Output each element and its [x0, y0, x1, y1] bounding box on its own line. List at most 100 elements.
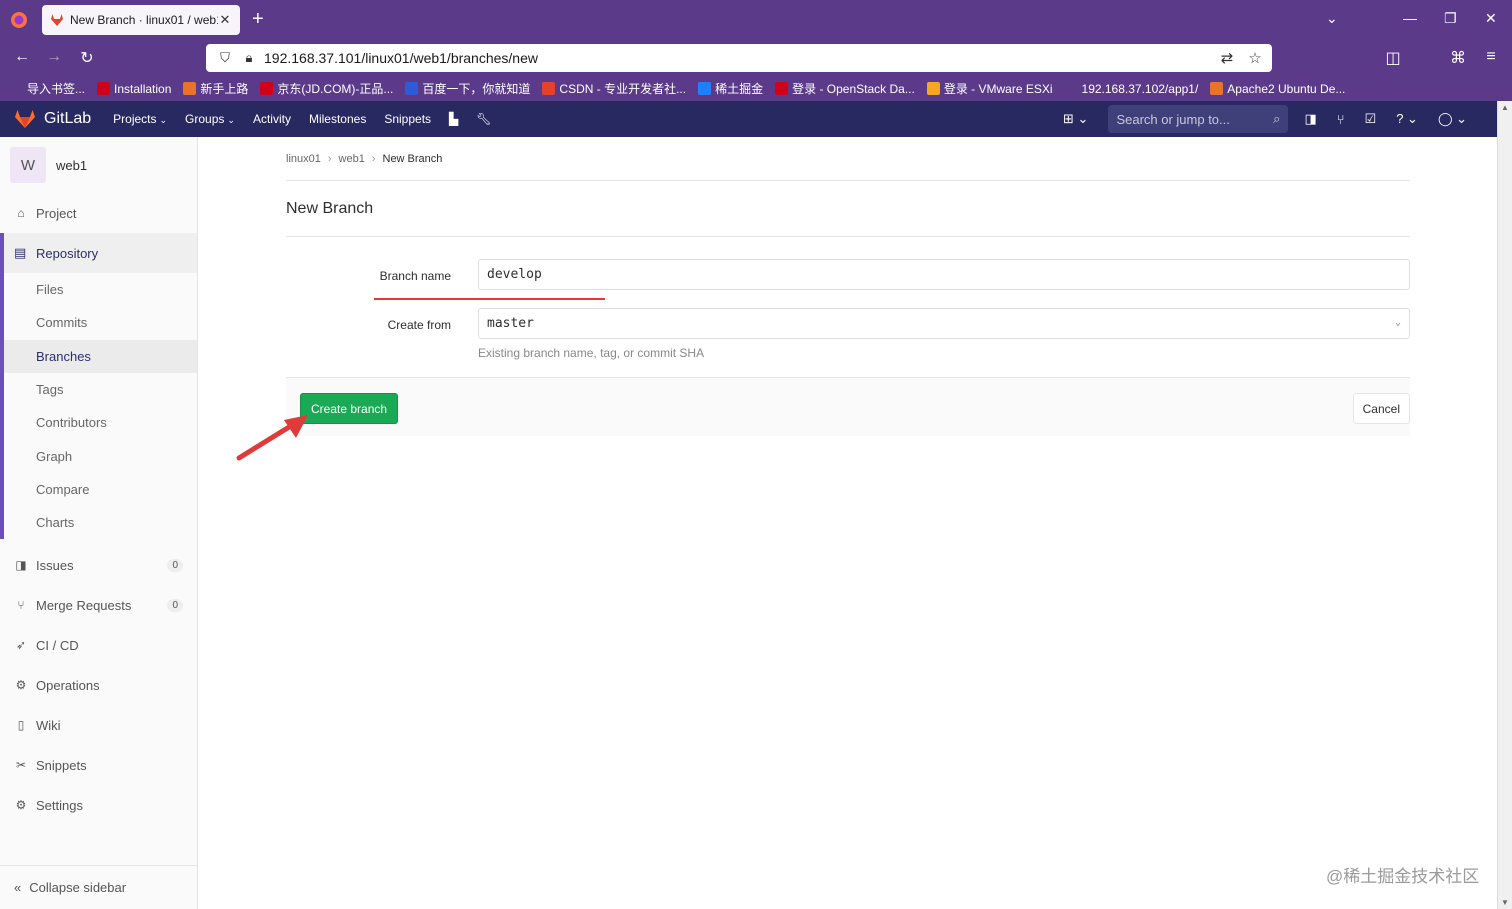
bookmark-star-icon[interactable]: ☆	[1244, 49, 1266, 67]
scroll-up-icon[interactable]: ▲	[1501, 103, 1509, 112]
breadcrumb-group[interactable]: linux01	[286, 153, 321, 165]
sidebar-item-graph[interactable]: Graph	[4, 439, 197, 473]
sidebar-item-label: CI / CD	[36, 637, 79, 653]
bookmark-item[interactable]: 导入书签...	[10, 80, 85, 97]
forward-icon[interactable]: →	[42, 48, 66, 66]
menu-icon[interactable]: ≡	[1479, 48, 1503, 66]
bookmark-item[interactable]: CSDN - 专业开发者社...	[542, 80, 686, 97]
collapse-sidebar-button[interactable]: « Collapse sidebar	[0, 865, 198, 909]
gitlab-logo[interactable]: GitLab	[14, 109, 91, 129]
scissors-icon: ✂	[15, 758, 27, 773]
bookmark-item[interactable]: 登录 - VMware ESXi	[926, 80, 1053, 97]
cancel-button[interactable]: Cancel	[1352, 393, 1410, 424]
user-avatar-icon[interactable]: ◯ ⌄	[1438, 111, 1467, 127]
firefox-icon[interactable]	[10, 11, 28, 29]
gitlab-header: GitLab Projects ⌄ Groups ⌄ Activity Milest…	[0, 101, 1497, 137]
insecure-connection-icon[interactable]: 🔒︎	[240, 49, 258, 67]
issues-count-badge: 0	[167, 558, 183, 572]
sidebar-item-wiki[interactable]: ▯ Wiki	[0, 705, 197, 745]
breadcrumb-project[interactable]: web1	[339, 153, 365, 165]
nav-milestones[interactable]: Milestones	[309, 112, 366, 126]
chart-icon[interactable]: ▙	[449, 112, 458, 126]
home-icon: ⌂	[17, 206, 25, 220]
sidebar-item-contributors[interactable]: Contributors	[4, 406, 197, 440]
new-tab-button[interactable]: +	[252, 8, 264, 30]
z-icon	[97, 82, 111, 95]
search-placeholder: Search or jump to...	[1116, 111, 1230, 127]
create-from-select[interactable]: master ⌄	[478, 308, 1410, 339]
document-icon: ▤	[14, 245, 27, 260]
mr-count-badge: 0	[167, 598, 183, 612]
chevron-right-icon: ›	[371, 152, 376, 165]
sidebar-item-merge-requests[interactable]: ⑂ Merge Requests 0	[0, 585, 197, 625]
bookmark-item[interactable]: 登录 - OpenStack Da...	[775, 80, 915, 97]
bookmark-item[interactable]: 稀土掘金	[698, 80, 763, 97]
sidebar-item-files[interactable]: Files	[4, 273, 197, 307]
bookmark-item[interactable]: 192.168.37.102/app1/	[1064, 82, 1198, 96]
sidebar-item-charts[interactable]: Charts	[4, 506, 197, 540]
create-branch-button[interactable]: Create branch	[300, 393, 399, 424]
page-scrollbar[interactable]: ▲ ▼	[1497, 101, 1512, 909]
reload-icon[interactable]: ↻	[75, 48, 99, 68]
sidebar-item-operations[interactable]: ⚙ Operations	[0, 665, 197, 705]
sidebar-item-snippets[interactable]: ✂ Snippets	[0, 745, 197, 785]
bookmark-label: 导入书签...	[27, 82, 86, 96]
close-window-icon[interactable]: ✕	[1485, 10, 1497, 27]
translate-extension-icon[interactable]: ⌘	[1446, 48, 1470, 68]
translate-page-icon[interactable]: ⇄	[1216, 49, 1238, 67]
tracking-protection-icon[interactable]: ⛉	[216, 49, 234, 67]
close-tab-icon[interactable]: ✕	[218, 12, 232, 28]
pocket-icon[interactable]: ◫	[1381, 48, 1405, 68]
browser-tab-active[interactable]: New Branch · linux01 / web1 ✕	[42, 5, 240, 35]
bookmark-item[interactable]: 新手上路	[183, 80, 248, 97]
back-icon[interactable]: ←	[10, 48, 34, 66]
help-icon[interactable]: ? ⌄	[1396, 111, 1418, 127]
list-all-tabs-icon[interactable]: ⌄	[1326, 10, 1338, 27]
tab-title: New Branch · linux01 / web1	[70, 13, 218, 27]
admin-wrench-icon[interactable]: 🔧︎	[476, 112, 491, 126]
nav-projects[interactable]: Projects ⌄	[113, 112, 167, 126]
apache-icon	[1210, 82, 1224, 95]
search-input[interactable]: Search or jump to... ⌕	[1108, 105, 1289, 133]
project-header[interactable]: W web1	[0, 137, 197, 193]
breadcrumb: linux01 › web1 › New Branch	[286, 137, 1410, 181]
address-bar[interactable]: ⛉ 🔒︎ 192.168.37.101/linux01/web1/branche…	[206, 44, 1272, 72]
vmware-icon	[926, 82, 940, 95]
breadcrumb-current[interactable]: New Branch	[383, 153, 443, 165]
sidebar-item-issues[interactable]: ◨ Issues 0	[0, 545, 197, 585]
sidebar-item-cicd[interactable]: ➶ CI / CD	[0, 625, 197, 665]
sidebar-item-commits[interactable]: Commits	[4, 306, 197, 340]
chevron-down-icon: ⌄	[227, 115, 235, 125]
nav-snippets[interactable]: Snippets	[384, 112, 431, 126]
bookmark-label: 稀土掘金	[715, 82, 764, 96]
watermark: @稀土掘金技术社区	[1326, 867, 1480, 886]
todos-icon[interactable]: ☑	[1365, 111, 1377, 127]
page-title: New Branch	[286, 181, 1410, 237]
restore-window-icon[interactable]: ❐	[1444, 10, 1457, 27]
issues-icon[interactable]: ◨	[1304, 111, 1316, 127]
sidebar-item-repository[interactable]: ▤ Repository	[4, 233, 197, 273]
bookmark-label: 新手上路	[200, 82, 249, 96]
book-icon: ▯	[17, 718, 25, 733]
sidebar-item-compare[interactable]: Compare	[4, 472, 197, 507]
scroll-down-icon[interactable]: ▼	[1501, 898, 1509, 907]
bookmark-item[interactable]: 百度一下，你就知道	[405, 80, 530, 97]
new-plus-icon[interactable]: ⊞ ⌄	[1063, 111, 1088, 127]
nav-projects-label: Projects	[113, 112, 157, 126]
url-text[interactable]: 192.168.37.101/linux01/web1/branches/new	[264, 50, 1216, 66]
minimize-window-icon[interactable]: —	[1403, 10, 1417, 26]
bookmark-item[interactable]: 京东(JD.COM)-正品...	[260, 80, 393, 97]
create-from-help-text: Existing branch name, tag, or commit SHA	[478, 346, 705, 360]
nav-groups[interactable]: Groups ⌄	[185, 112, 235, 126]
branch-name-input[interactable]: develop	[478, 259, 1410, 290]
bookmark-item[interactable]: Apache2 Ubuntu De...	[1210, 82, 1345, 96]
search-icon: ⌕	[1273, 111, 1281, 126]
sidebar-item-settings[interactable]: ⚙ Settings	[0, 785, 197, 825]
sidebar-item-tags[interactable]: Tags	[4, 372, 197, 407]
sidebar-item-branches[interactable]: Branches	[4, 339, 197, 373]
merge-requests-icon[interactable]: ⑂	[1337, 112, 1345, 127]
bookmark-item[interactable]: Installation	[97, 82, 171, 96]
nav-activity[interactable]: Activity	[253, 112, 291, 126]
sidebar-item-project[interactable]: ⌂ Project	[0, 193, 197, 233]
bookmark-label: Installation	[114, 81, 172, 96]
